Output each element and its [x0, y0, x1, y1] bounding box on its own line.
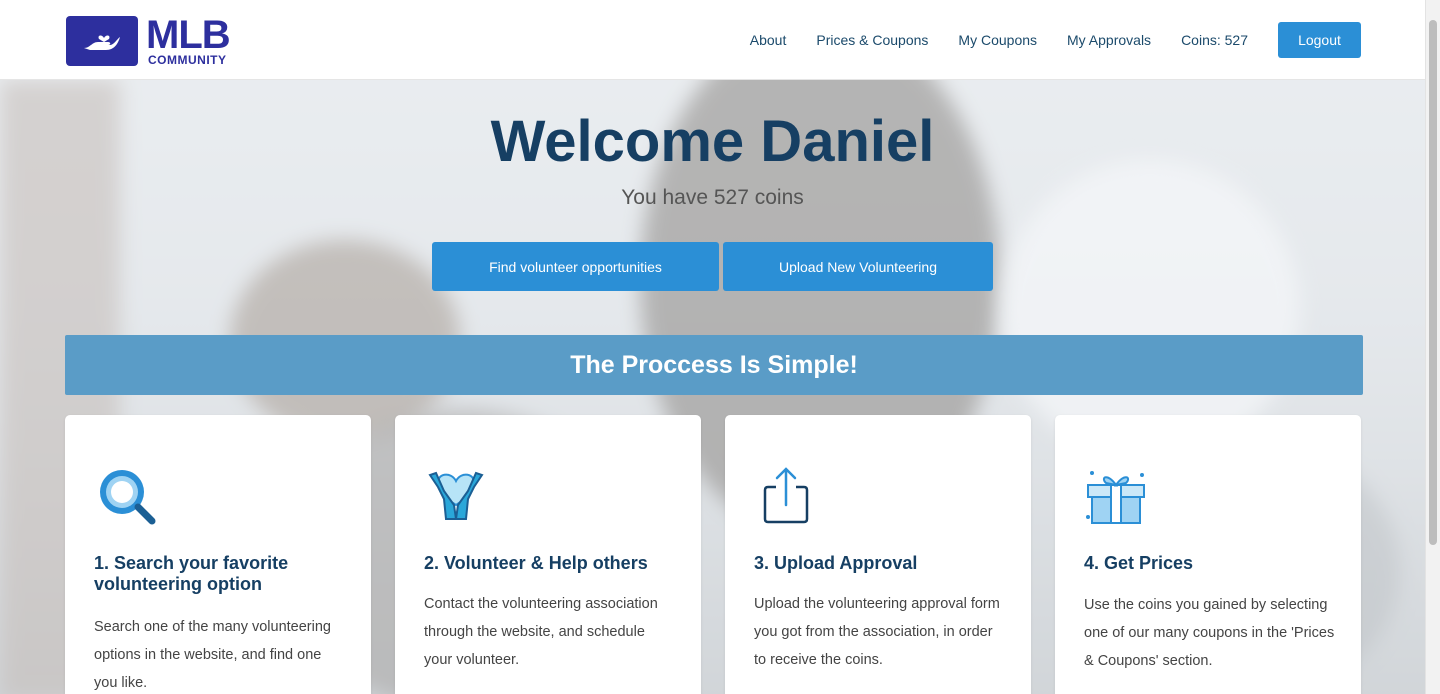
brand-logo[interactable]: MLB COMMUNITY: [66, 13, 231, 67]
process-banner: The Proccess Is Simple!: [65, 335, 1363, 395]
nav-about[interactable]: About: [750, 32, 787, 48]
nav-coins-balance[interactable]: Coins: 527: [1181, 32, 1248, 48]
step-description: Use the coins you gained by selecting on…: [1084, 597, 1335, 669]
gift-icon: [1084, 465, 1148, 529]
step-title: 3. Upload Approval: [754, 553, 918, 573]
step-card-volunteer: 2. Volunteer & Help others Contact the v…: [395, 415, 701, 694]
step-card-upload: 3. Upload Approval Upload the volunteeri…: [725, 415, 1031, 694]
step-description: Upload the volunteering approval form yo…: [754, 596, 1000, 668]
hand-logo-icon: [66, 15, 138, 66]
brand-name: MLB: [146, 13, 231, 57]
step-card-search: 1. Search your favorite volunteering opt…: [65, 415, 371, 694]
nav-my-approvals[interactable]: My Approvals: [1067, 32, 1151, 48]
step-title: 4. Get Prices: [1084, 553, 1194, 573]
welcome-title: Welcome Daniel: [490, 109, 935, 174]
step-description: Contact the volunteering association thr…: [424, 596, 658, 668]
coins-subtitle: You have 527 coins: [621, 186, 804, 209]
search-icon: [94, 465, 158, 529]
nav-prices-coupons[interactable]: Prices & Coupons: [816, 32, 928, 48]
upload-volunteering-button[interactable]: Upload New Volunteering: [723, 242, 993, 291]
helping-hands-heart-icon: [424, 465, 488, 529]
top-navbar: MLB COMMUNITY About Prices & Coupons My …: [0, 0, 1425, 80]
nav-my-coupons[interactable]: My Coupons: [958, 32, 1037, 48]
step-title: 1. Search your favorite volunteering opt…: [94, 553, 289, 594]
step-title: 2. Volunteer & Help others: [424, 553, 648, 573]
page-scrollbar-thumb[interactable]: [1429, 20, 1437, 545]
step-card-prices: 4. Get Prices Use the coins you gained b…: [1055, 415, 1361, 694]
main-nav: About Prices & Coupons My Coupons My App…: [720, 22, 1361, 58]
upload-share-icon: [754, 465, 818, 529]
brand-subtitle: COMMUNITY: [148, 53, 227, 67]
step-description: Search one of the many volunteering opti…: [94, 619, 331, 691]
find-volunteer-button[interactable]: Find volunteer opportunities: [432, 242, 719, 291]
logout-button[interactable]: Logout: [1278, 22, 1361, 58]
